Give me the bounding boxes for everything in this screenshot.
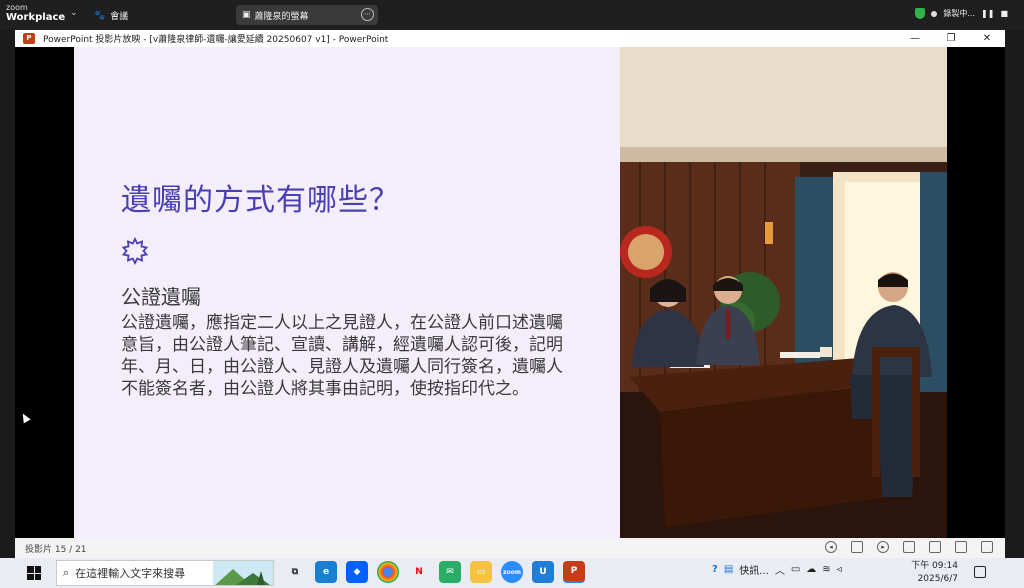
grid-view-icon[interactable] bbox=[929, 541, 941, 553]
presenter-view-icon[interactable] bbox=[981, 541, 993, 553]
zoom-app-icon[interactable]: zoom bbox=[501, 561, 523, 583]
powerpoint-taskbar-icon[interactable]: P bbox=[563, 561, 585, 583]
u-app-icon[interactable]: U bbox=[532, 561, 554, 583]
meeting-label: 會議 bbox=[110, 12, 129, 22]
normal-view-icon[interactable] bbox=[903, 541, 915, 553]
zoom-logo[interactable]: zoom Workplace bbox=[6, 3, 65, 23]
next-slide-icon[interactable]: ▸ bbox=[877, 541, 889, 553]
news-icon[interactable]: ▤ bbox=[724, 564, 733, 575]
status-bar: 投影片 15 / 21 ◂ ▸ bbox=[15, 538, 1005, 558]
reading-view-icon[interactable] bbox=[955, 541, 967, 553]
search-highlight-image bbox=[213, 561, 273, 585]
seal-icon bbox=[121, 237, 149, 265]
notary-office-illustration bbox=[620, 47, 947, 538]
help-icon[interactable]: ? bbox=[712, 564, 718, 575]
window-titlebar: P PowerPoint 投影片放映 - [v蕭隆泉律師-遺囑-讓愛延續 202… bbox=[15, 30, 1005, 47]
meeting-button[interactable]: 🐾 會議 bbox=[94, 9, 129, 23]
netflix-icon[interactable]: N bbox=[408, 561, 430, 583]
wifi-icon[interactable]: ≋ bbox=[822, 564, 830, 575]
powerpoint-window: P PowerPoint 投影片放映 - [v蕭隆泉律師-遺囑-讓愛延續 202… bbox=[15, 30, 1005, 558]
taskbar-apps: ⧉ e ◆ N ✉ ▭ zoom U P bbox=[284, 561, 585, 583]
slide[interactable]: 遺囑的方式有哪些？ 公證遺囑 公證遺囑，應指定二人以上之見證人，在公證人前口述遺… bbox=[74, 47, 947, 538]
taskbar-search[interactable]: ⌕ 在這裡輸入文字來搜尋 bbox=[56, 560, 274, 586]
screen-icon: ▣ bbox=[242, 10, 251, 20]
zoom-brand-bottom: Workplace bbox=[6, 12, 66, 23]
screen-share-indicator[interactable]: ▣ 蕭隆泉的螢幕 ⋯ bbox=[236, 5, 378, 25]
slide-body: 公證遺囑，應指定二人以上之見證人，在公證人前口述遺囑意旨，由公證人筆記、宣讀、講… bbox=[121, 313, 563, 399]
slide-subheading: 公證遺囑 bbox=[121, 285, 201, 309]
restore-button[interactable]: ❐ bbox=[933, 30, 969, 47]
slide-sorter-icon[interactable] bbox=[851, 541, 863, 553]
window-controls: — ❐ ✕ bbox=[897, 30, 1005, 47]
slide-title: 遺囑的方式有哪些？ bbox=[121, 183, 400, 218]
battery-icon[interactable]: ▭ bbox=[791, 564, 800, 575]
news-label[interactable]: 快訊... bbox=[739, 562, 769, 577]
previous-slide-icon[interactable]: ◂ bbox=[825, 541, 837, 553]
system-clock[interactable]: 下午 09:14 2025/6/7 bbox=[911, 560, 958, 586]
search-placeholder: 在這裡輸入文字來搜尋 bbox=[75, 567, 186, 580]
file-explorer-icon[interactable]: ▭ bbox=[470, 561, 492, 583]
chevron-up-icon[interactable]: ︿ bbox=[775, 562, 785, 577]
notification-icon[interactable] bbox=[974, 566, 986, 578]
wechat-icon[interactable]: ✉ bbox=[439, 561, 461, 583]
share-label: 蕭隆泉的螢幕 bbox=[254, 11, 309, 22]
view-controls: ◂ ▸ bbox=[825, 541, 993, 553]
clock-date: 2025/6/7 bbox=[917, 574, 958, 584]
system-tray: ? ▤ 快訊... ︿ ▭ ☁ ≋ ◃ bbox=[712, 562, 842, 577]
windows-start-icon[interactable] bbox=[27, 566, 41, 580]
minimize-button[interactable]: — bbox=[897, 30, 933, 47]
edge-icon[interactable]: e bbox=[315, 561, 337, 583]
stop-icon[interactable]: ■ bbox=[1000, 9, 1008, 18]
chevron-down-icon[interactable]: ⌄ bbox=[70, 8, 78, 18]
close-button[interactable]: ✕ bbox=[969, 30, 1005, 47]
zoom-status: 錄製中... ❚❚ ■ bbox=[915, 8, 1008, 19]
recording-label: 錄製中... bbox=[943, 9, 976, 18]
taskbar: ⌕ 在這裡輸入文字來搜尋 ⧉ e ◆ N ✉ ▭ zoom U P ? ▤ 快訊… bbox=[0, 558, 1024, 588]
more-options-icon[interactable]: ⋯ bbox=[361, 8, 374, 21]
window-title: PowerPoint 投影片放映 - [v蕭隆泉律師-遺囑-讓愛延續 20250… bbox=[43, 35, 389, 45]
chrome-icon[interactable] bbox=[377, 561, 399, 583]
shield-icon bbox=[915, 8, 926, 19]
dropbox-icon[interactable]: ◆ bbox=[346, 561, 368, 583]
search-icon: ⌕ bbox=[63, 566, 70, 579]
powerpoint-icon: P bbox=[23, 33, 35, 44]
volume-icon[interactable]: ◃ bbox=[837, 564, 842, 575]
pause-icon[interactable]: ❚❚ bbox=[981, 9, 994, 18]
clock-time: 下午 09:14 bbox=[911, 561, 958, 571]
cloud-icon[interactable]: ☁ bbox=[806, 564, 816, 575]
record-icon bbox=[931, 10, 938, 17]
slide-counter: 投影片 15 / 21 bbox=[25, 545, 87, 555]
zoom-toolbar: zoom Workplace ⌄ 🐾 會議 ▣ 蕭隆泉的螢幕 ⋯ 錄製中... … bbox=[0, 0, 1024, 30]
task-view-icon[interactable]: ⧉ bbox=[284, 561, 306, 583]
paw-icon: 🐾 bbox=[94, 10, 106, 21]
